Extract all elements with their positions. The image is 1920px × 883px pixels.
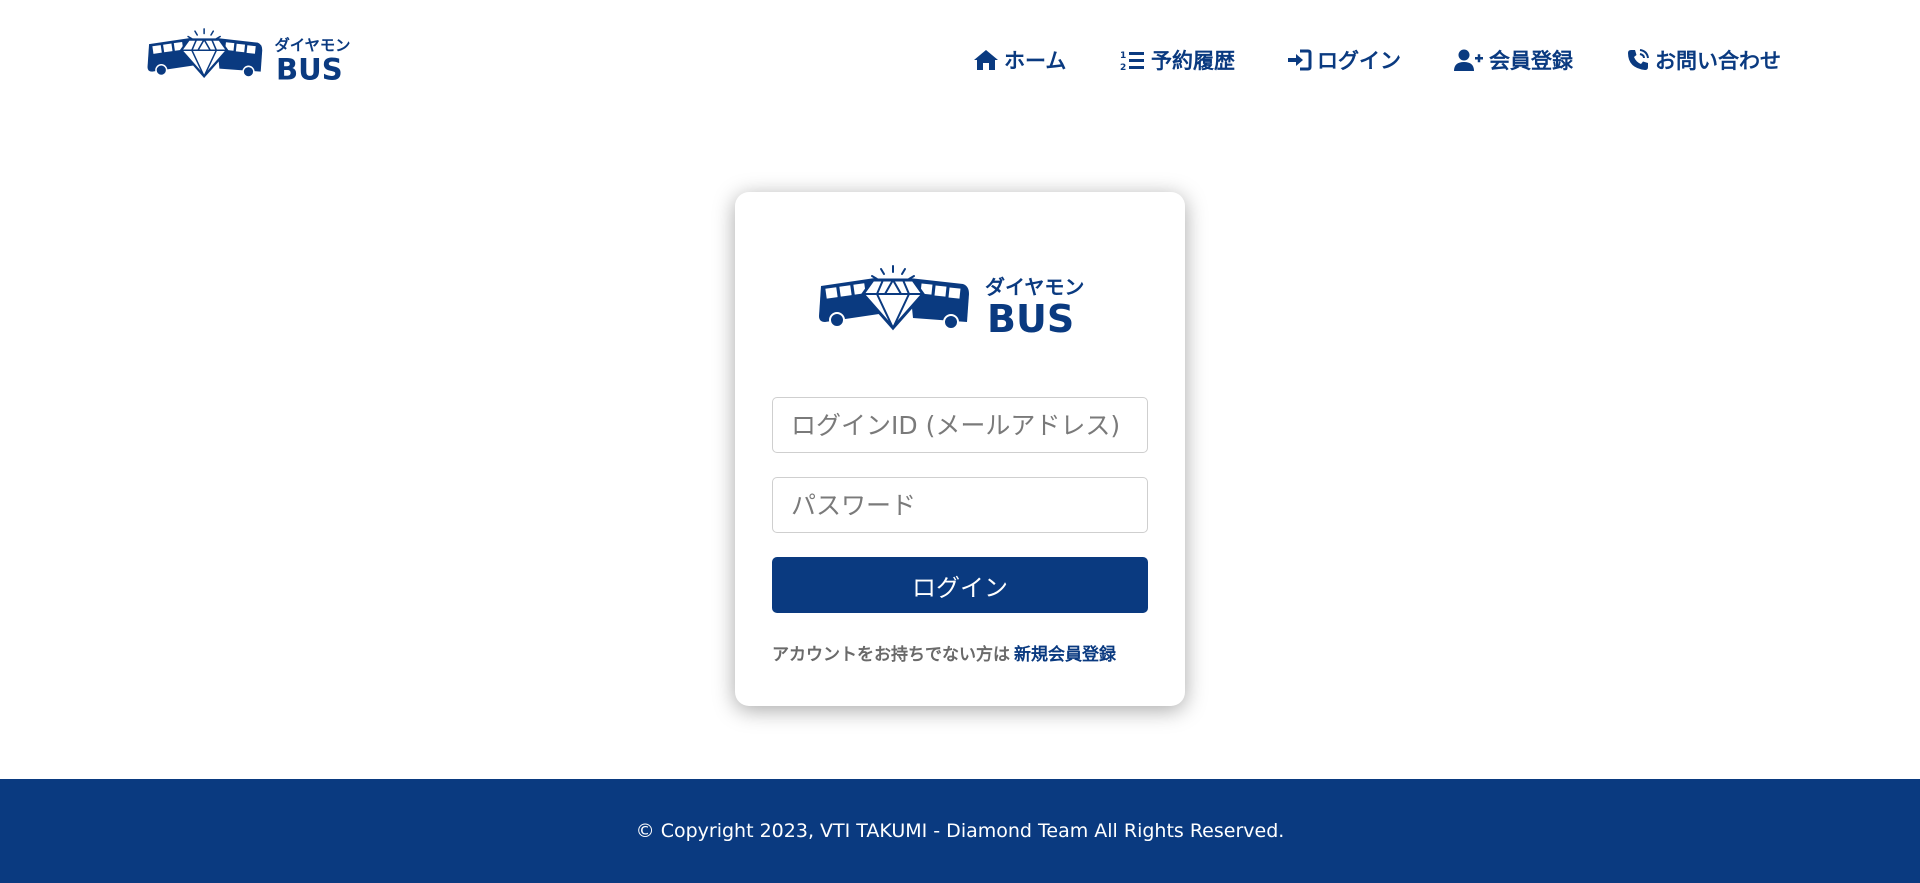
svg-text:1: 1 xyxy=(1120,51,1126,61)
signup-prompt: アカウントをお持ちでない方は 新規会員登録 xyxy=(772,640,1172,665)
home-icon xyxy=(974,50,998,70)
sign-in-icon xyxy=(1288,49,1312,71)
svg-text:2: 2 xyxy=(1120,63,1126,72)
signup-link[interactable]: 新規会員登録 xyxy=(1014,645,1116,665)
login-button[interactable]: ログイン xyxy=(772,557,1148,613)
nav-item-label: お問い合わせ xyxy=(1655,49,1781,73)
password-input[interactable] xyxy=(772,477,1148,533)
user-plus-icon xyxy=(1454,49,1483,71)
site-header: ダイヤモンド BUS ホーム 1 2 予約履歴 ログイン xyxy=(0,0,1920,120)
nav-item-label: 会員登録 xyxy=(1489,49,1573,73)
signup-prompt-text: アカウントをお持ちでない方は xyxy=(772,645,1010,665)
phone-icon xyxy=(1628,49,1649,70)
copyright-text: © Copyright 2023, VTI TAKUMI - Diamond T… xyxy=(635,820,1285,842)
login-card: ダイヤモンド BUS ログイン アカウントをお持ちでない方は新規会員登録 xyxy=(735,192,1185,706)
nav-item-home[interactable]: ホーム xyxy=(973,43,1066,77)
site-footer: © Copyright 2023, VTI TAKUMI - Diamond T… xyxy=(0,779,1920,883)
svg-text:ダイヤモンド: ダイヤモンド xyxy=(985,275,1089,299)
numbered-list-icon: 1 2 xyxy=(1120,51,1144,72)
nav-item-label: ログイン xyxy=(1317,49,1401,73)
main-nav: ホーム 1 2 予約履歴 ログイン 会員登録 お問い合わせ xyxy=(0,43,1920,77)
nav-item-history[interactable]: 1 2 予約履歴 xyxy=(1120,43,1235,77)
svg-text:BUS: BUS xyxy=(987,297,1074,339)
login-id-input[interactable] xyxy=(772,397,1148,453)
nav-item-register[interactable]: 会員登録 xyxy=(1454,43,1573,77)
nav-item-login[interactable]: ログイン xyxy=(1286,43,1401,77)
nav-item-contact[interactable]: お問い合わせ xyxy=(1626,43,1781,77)
nav-item-label: ホーム xyxy=(1004,49,1067,73)
nav-item-label: 予約履歴 xyxy=(1151,49,1235,73)
diamond-bus-logo: ダイヤモンド BUS xyxy=(819,265,1089,339)
